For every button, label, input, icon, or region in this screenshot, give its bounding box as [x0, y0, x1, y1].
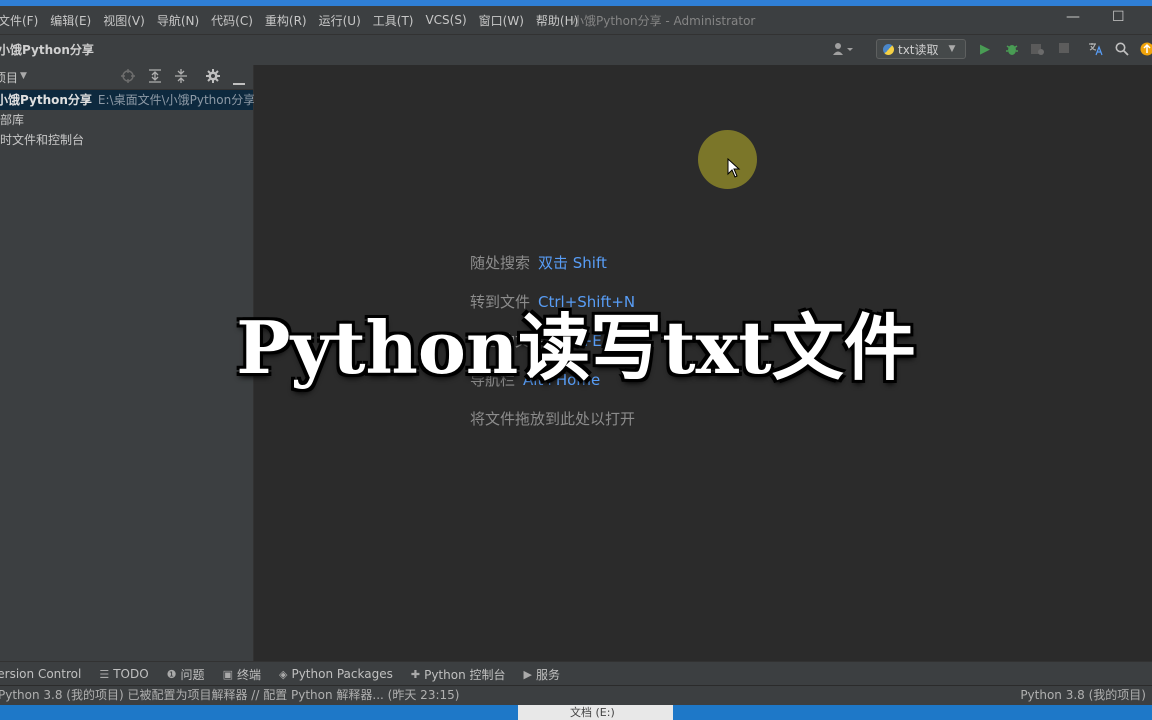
maximize-button[interactable]: ☐	[1112, 9, 1125, 25]
problems-icon: ❶	[166, 667, 177, 681]
hint-search-everywhere: 随处搜索 双击 Shift	[470, 252, 607, 273]
project-panel-title[interactable]: 项目	[0, 69, 18, 86]
chevron-down-icon: ▼	[948, 44, 956, 54]
menu-bar: 文件(F) 编辑(E) 视图(V) 导航(N) 代码(C) 重构(R) 运行(U…	[0, 6, 1152, 34]
collapse-all-icon[interactable]	[174, 69, 188, 87]
tool-todo[interactable]: ☰ TODO	[99, 667, 148, 681]
stop-icon[interactable]	[1058, 42, 1070, 58]
run-icon[interactable]: ▶	[980, 42, 990, 57]
tool-version-control[interactable]: Version Control	[0, 667, 81, 681]
coverage-icon[interactable]	[1030, 42, 1044, 60]
tree-item-scratches[interactable]: 临时文件和控制台	[0, 130, 84, 150]
tool-window-bar: Version Control ☰ TODO ❶ 问题 ▣ 终端 ◈ Pytho…	[0, 661, 1152, 686]
expand-all-icon[interactable]	[148, 69, 162, 87]
taskbar-item[interactable]: 文档 (E:)	[518, 705, 673, 720]
navigation-bar: 小饿Python分享 txt读取 ▼ ▶	[0, 34, 1152, 66]
hint-drop-files: 将文件拖放到此处以打开	[470, 408, 635, 429]
user-icon[interactable]	[832, 42, 854, 60]
gear-icon[interactable]	[206, 69, 220, 87]
update-icon[interactable]	[1140, 42, 1152, 60]
hint-label: 随处搜索	[470, 254, 531, 272]
tool-label: 问题	[180, 667, 205, 682]
video-title-overlay: Python读写txt文件	[236, 305, 916, 390]
interpreter-status[interactable]: Python 3.8 (我的项目)	[1020, 686, 1146, 705]
menu-refactor[interactable]: 重构(R)	[259, 12, 313, 29]
run-config-label: txt读取	[898, 42, 939, 57]
tool-label: 终端	[236, 667, 261, 682]
menu-window[interactable]: 窗口(W)	[473, 12, 530, 29]
minimize-button[interactable]: —	[1066, 9, 1080, 25]
list-icon: ☰	[99, 667, 110, 681]
debug-icon[interactable]	[1005, 42, 1019, 60]
tool-label: 服务	[535, 667, 560, 682]
python-icon: ✚	[410, 667, 421, 681]
tool-python-packages[interactable]: ◈ Python Packages	[279, 667, 393, 681]
tool-label: Version Control	[0, 667, 82, 681]
menu-edit[interactable]: 编辑(E)	[44, 12, 97, 29]
menu-file[interactable]: 文件(F)	[0, 12, 44, 29]
hint-label: 将文件拖放到此处以打开	[470, 410, 636, 428]
translate-icon[interactable]	[1088, 42, 1104, 60]
menu-run[interactable]: 运行(U)	[313, 12, 367, 29]
tool-label: TODO	[113, 667, 149, 681]
menu-navigate[interactable]: 导航(N)	[151, 12, 205, 29]
project-panel-header: 项目 ▼	[0, 65, 253, 90]
mouse-cursor-icon	[727, 157, 741, 181]
tool-label: Python Packages	[291, 667, 393, 681]
tree-item-path: E:\桌面文件\小饿Python分享	[97, 93, 256, 107]
tool-label: Python 控制台	[424, 667, 506, 682]
status-bar: Python 3.8 (我的项目) 已被配置为项目解释器 // 配置 Pytho…	[0, 685, 1152, 706]
tool-services[interactable]: ▶ 服务	[524, 666, 560, 683]
menu-tools[interactable]: 工具(T)	[367, 12, 420, 29]
tree-item-label: 小饿Python分享	[0, 93, 92, 107]
tool-terminal[interactable]: ▣ 终端	[223, 666, 261, 683]
tree-item-label: 临时文件和控制台	[0, 133, 85, 147]
menu-code[interactable]: 代码(C)	[205, 12, 259, 29]
hide-panel-icon[interactable]	[233, 75, 245, 90]
terminal-icon: ▣	[222, 667, 233, 681]
tree-item-external-libraries[interactable]: 外部库	[0, 110, 24, 130]
tree-item-label: 外部库	[0, 113, 25, 127]
tool-python-console[interactable]: ✚ Python 控制台	[411, 666, 506, 683]
packages-icon: ◈	[278, 667, 288, 681]
window-title: 小饿Python分享 - Administrator	[572, 14, 756, 28]
tool-problems[interactable]: ❶ 问题	[167, 666, 205, 683]
tree-item-project-root[interactable]: 小饿Python分享 E:\桌面文件\小饿Python分享	[0, 90, 256, 110]
os-taskbar: 文档 (E:)	[0, 705, 1152, 720]
hint-shortcut: 双击 Shift	[538, 254, 607, 272]
status-message[interactable]: Python 3.8 (我的项目) 已被配置为项目解释器 // 配置 Pytho…	[0, 686, 459, 705]
project-breadcrumb[interactable]: 小饿Python分享	[0, 41, 94, 58]
search-icon[interactable]	[1115, 42, 1129, 60]
python-icon	[883, 43, 894, 55]
chevron-down-icon[interactable]: ▼	[20, 71, 27, 81]
locate-icon[interactable]	[121, 69, 135, 87]
menu-view[interactable]: 视图(V)	[97, 12, 151, 29]
run-config-selector[interactable]: txt读取 ▼	[876, 39, 966, 59]
menu-vcs[interactable]: VCS(S)	[419, 13, 472, 27]
services-icon: ▶	[523, 667, 532, 681]
